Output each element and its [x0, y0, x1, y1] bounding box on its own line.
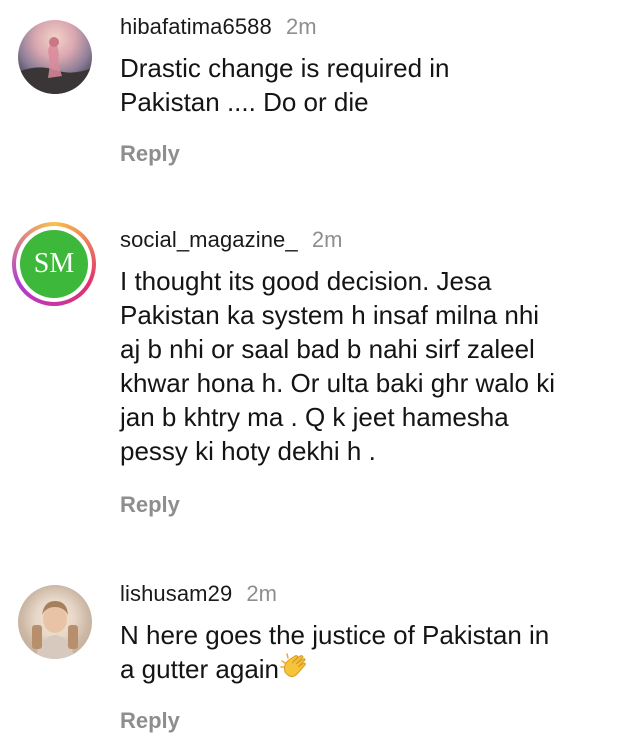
comment-timestamp: 2m	[246, 581, 277, 606]
avatar-photo-icon	[32, 601, 78, 659]
comment-text: N here goes the justice of Pakistan in a…	[120, 618, 629, 690]
comment-item: lishusam29 2m N here goes the justice of…	[0, 0, 639, 743]
comment-username[interactable]: lishusam29	[120, 581, 232, 606]
clapping-hands-icon	[279, 652, 309, 690]
user-avatar[interactable]	[18, 585, 92, 659]
comment-text-line: N here goes the justice of Pakistan in	[120, 620, 550, 650]
comment-text-line: a gutter again	[120, 654, 280, 684]
reply-button[interactable]: Reply	[120, 708, 180, 734]
